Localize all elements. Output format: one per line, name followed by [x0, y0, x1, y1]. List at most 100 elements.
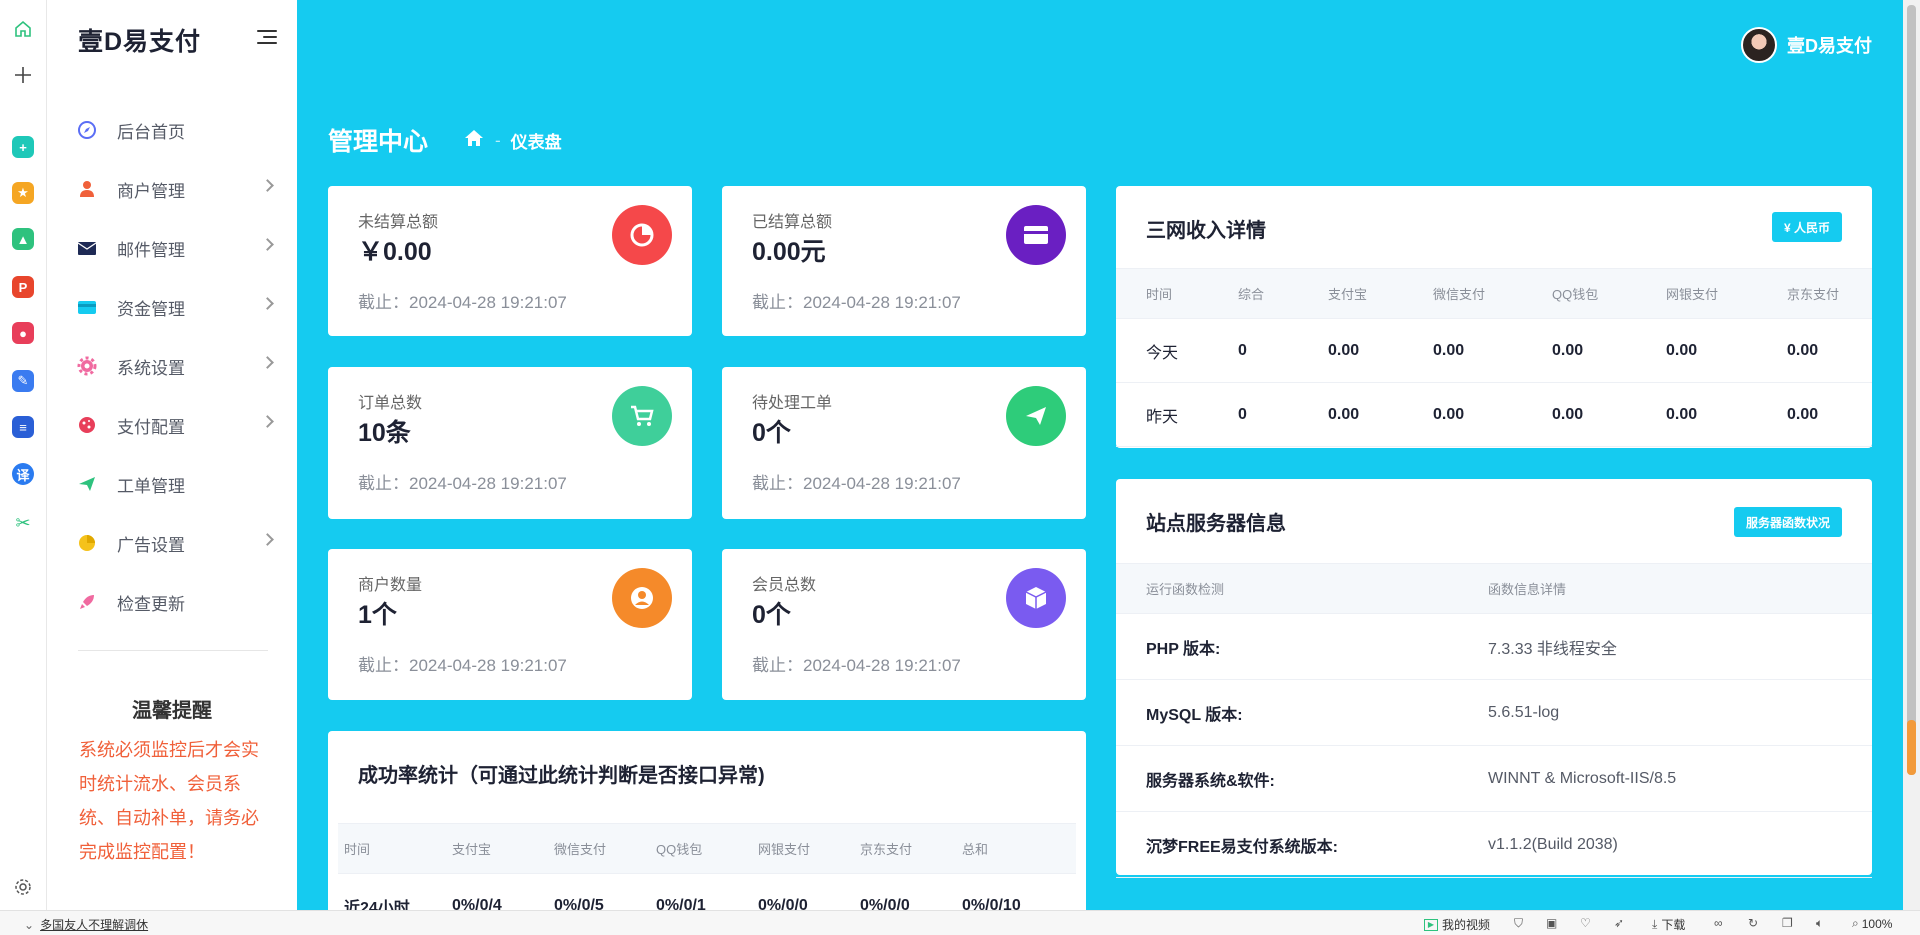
home-icon[interactable] — [12, 18, 34, 40]
table-header-cell: 总和 — [962, 823, 1076, 874]
table-row: 近24小时 0%/0/4 0%/0/5 0%/0/1 0%/0/0 0%/0/0 0%/0/… — [338, 873, 1076, 910]
table-cell: 今天 — [1116, 318, 1238, 383]
stat-date: 截止：2024-04-28 19:21:07 — [752, 474, 961, 493]
rocket-icon[interactable]: ➶ — [1614, 916, 1624, 930]
plus-icon[interactable] — [12, 64, 34, 86]
server-functions-button[interactable]: 服务器函数状况 — [1733, 507, 1842, 537]
zoom-control[interactable]: ⌕ 100% — [1852, 916, 1892, 931]
sidebar-item-mail[interactable]: 邮件管理 — [77, 228, 277, 268]
table-cell: 0.00 — [1787, 382, 1872, 447]
sidebar-item-label: 广告设置 — [117, 535, 185, 555]
sidebar-item-system[interactable]: 系统设置 — [77, 346, 277, 386]
chevron-right-icon — [261, 533, 274, 546]
scissors-icon[interactable]: ✂ — [12, 512, 34, 534]
tip-body: 系统必须监控后才会实时统计流水、会员系统、自动补单，请务必完成监控配置！ — [79, 740, 259, 862]
paper-plane-icon — [77, 474, 97, 494]
table-cell: MySQL 版本: — [1116, 679, 1488, 746]
credit-card-icon — [77, 297, 97, 317]
table-header-cell: 支付宝 — [1328, 268, 1433, 319]
stat-date: 截止：2024-04-28 19:21:07 — [358, 474, 567, 493]
window-icon[interactable]: ❐ — [1782, 916, 1793, 930]
chevron-down-icon: ⌄ — [24, 917, 35, 932]
table-cell: 服务器系统&软件: — [1116, 745, 1488, 812]
sidebar: 壹D易支付 后台首页 商户管理 邮件管理 资金管理 系统设置 支付配置 工单管理… — [47, 0, 297, 910]
sidebar-item-funds[interactable]: 资金管理 — [77, 287, 277, 327]
translate-icon[interactable]: 译 — [12, 463, 34, 485]
table-header-cell: 时间 — [338, 823, 452, 874]
pdf-ai-icon[interactable]: P — [12, 276, 34, 298]
table-cell: 0 — [1238, 318, 1328, 383]
stat-value: ￥0.00 — [358, 238, 432, 266]
star-icon[interactable]: ★ — [12, 182, 34, 204]
shield-icon[interactable]: ⛉ — [1514, 916, 1523, 931]
user-name: 壹D易支付 — [1787, 36, 1872, 56]
edit-ai-icon[interactable]: ✎ — [12, 370, 34, 392]
table-header-cell: 时间 — [1116, 268, 1238, 319]
table-cell: 0.00 — [1787, 318, 1872, 383]
table-header-cell: 京东支付 — [1787, 268, 1872, 319]
image-icon[interactable]: ▣ — [1546, 916, 1557, 930]
table-cell: 0.00 — [1552, 318, 1666, 383]
cookie-icon — [77, 415, 97, 435]
record-ai-icon[interactable]: ● — [12, 322, 34, 344]
top-bar: 壹D易支付 — [297, 0, 1903, 90]
home-icon[interactable] — [463, 128, 485, 153]
table-row: PHP 版本: 7.3.33 非线程安全 — [1116, 613, 1872, 680]
download-icon: ⤓ — [1652, 917, 1658, 931]
stat-label: 会员总数 — [752, 577, 817, 594]
news-ticker[interactable]: ⌄ 多国友人不理解调休 — [24, 916, 148, 933]
stat-label: 订单总数 — [358, 395, 423, 412]
sidebar-item-ads[interactable]: 广告设置 — [77, 523, 277, 563]
sidebar-item-merchants[interactable]: 商户管理 — [77, 169, 277, 209]
breadcrumb: - 仪表盘 — [463, 128, 562, 153]
image-ai-icon[interactable]: ▲ — [12, 228, 34, 250]
app-icon-teal[interactable]: + — [12, 136, 34, 158]
download-button[interactable]: ⤓ 下载 — [1652, 916, 1685, 933]
stat-label: 已结算总额 — [752, 214, 833, 231]
speaker-icon[interactable]: 🔈︎ — [1816, 916, 1823, 931]
browser-status-bar: ⌄ 多国友人不理解调休 ▶ 我的视频 ⛉ ▣ ♡ ➶ ⤓ 下载 ∞ ↻ ❐ 🔈︎… — [0, 910, 1920, 935]
zoom-level: 100% — [1861, 916, 1893, 931]
table-cell: v1.1.2(Build 2038) — [1488, 811, 1872, 878]
vertical-scrollbar[interactable] — [1903, 0, 1920, 910]
download-label: 下载 — [1661, 918, 1686, 932]
pie-chart-icon — [77, 533, 97, 553]
table-cell: 0%/0/5 — [554, 873, 656, 910]
browser-side-rail: + ★ ▲ P ● ✎ ≡ 译 ✂ — [0, 0, 47, 910]
sidebar-divider — [78, 650, 268, 651]
sidebar-item-dashboard[interactable]: 后台首页 — [77, 110, 277, 150]
stat-label: 商户数量 — [358, 577, 423, 594]
table-header-cell: QQ钱包 — [1552, 268, 1666, 319]
zoom-icon: ⌕ — [1852, 916, 1859, 930]
refresh-icon[interactable]: ↻ — [1748, 916, 1758, 930]
sidebar-item-label: 工单管理 — [117, 476, 185, 496]
scrollbar-thumb[interactable] — [1907, 5, 1916, 775]
sidebar-item-payment[interactable]: 支付配置 — [77, 405, 277, 445]
pie-chart-icon — [612, 205, 672, 265]
sidebar-item-update[interactable]: 检查更新 — [77, 582, 277, 622]
panel-title: 三网收入详情 — [1146, 220, 1266, 242]
success-rate-panel: 成功率统计（可通过此统计判断是否接口异常) 时间 支付宝 微信支付 QQ钱包 网银支付京… — [328, 731, 1086, 910]
glasses-icon[interactable]: ∞ — [1714, 916, 1723, 930]
sidebar-item-label: 后台首页 — [117, 122, 185, 142]
table-cell: 0.00 — [1328, 318, 1433, 383]
user-menu[interactable]: 壹D易支付 — [1741, 27, 1872, 63]
play-icon: ▶ — [1424, 918, 1438, 931]
sidebar-item-tickets[interactable]: 工单管理 — [77, 464, 277, 504]
rocket-icon — [77, 592, 97, 612]
envelope-icon — [77, 238, 97, 258]
table-cell: 0.00 — [1666, 382, 1787, 447]
main-content: 壹D易支付 管理中心 - 仪表盘 未结算总额 ￥0.00 截止：2024-04-… — [297, 0, 1903, 910]
table-header-cell: 微信支付 — [1433, 268, 1552, 319]
stat-value: 10条 — [358, 419, 411, 447]
menu-toggle-icon[interactable] — [257, 30, 277, 46]
sidebar-item-label: 邮件管理 — [117, 240, 185, 260]
my-videos-button[interactable]: ▶ 我的视频 — [1424, 916, 1490, 933]
currency-button[interactable]: ¥ 人民币 — [1771, 212, 1842, 242]
settings-gear-icon[interactable] — [12, 876, 34, 898]
stat-date: 截止：2024-04-28 19:21:07 — [752, 656, 961, 675]
heart-icon[interactable]: ♡ — [1580, 916, 1591, 930]
table-header-cell: 支付宝 — [452, 823, 554, 874]
table-row: MySQL 版本: 5.6.51-log — [1116, 679, 1872, 746]
doc-ai-icon[interactable]: ≡ — [12, 416, 34, 438]
